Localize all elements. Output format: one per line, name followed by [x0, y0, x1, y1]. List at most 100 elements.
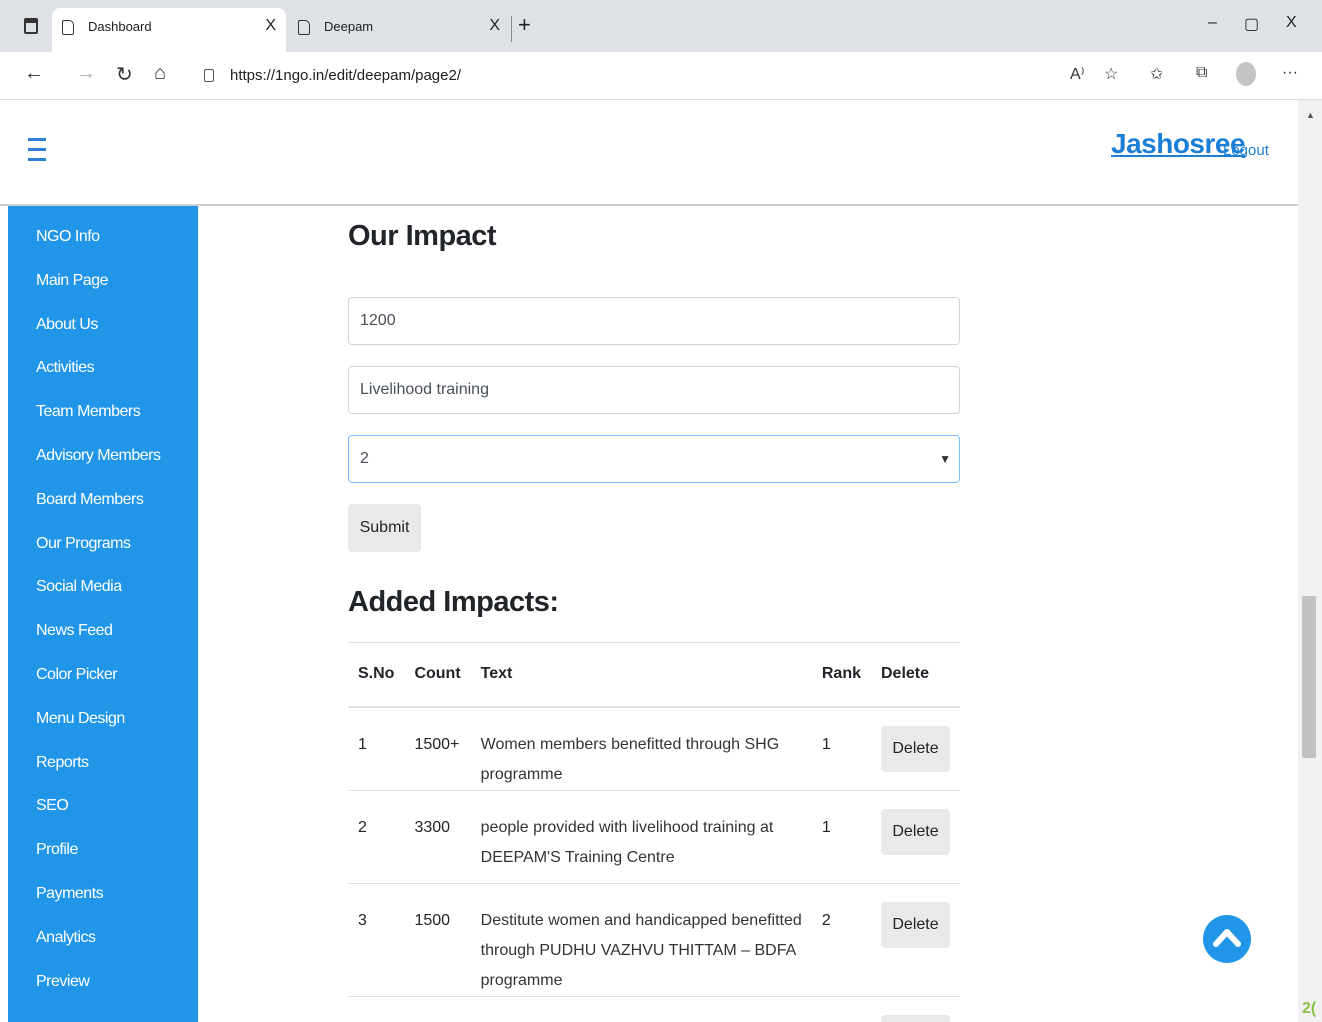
sidebar-item-seo[interactable]: SEO	[8, 794, 198, 838]
table-row: 1 1500+ Women members benefitted through S…	[348, 706, 960, 791]
sidebar-item-board-members[interactable]: Board Members	[8, 488, 198, 532]
row-rank: 3	[811, 996, 871, 1022]
row-text: Destitute women and handicapped benefitt…	[470, 883, 812, 997]
row-rank: 1	[811, 706, 871, 791]
row-sno: 3	[348, 883, 405, 997]
delete-button[interactable]: Delete	[881, 808, 950, 855]
page-icon	[298, 20, 310, 35]
table-row: 2 3300 people provided with livelihood tra…	[348, 790, 960, 884]
table-row: 4118Leprosy patients recovered from the …	[348, 996, 960, 1022]
row-sno: 1	[348, 706, 405, 791]
profile-icon[interactable]	[1236, 62, 1256, 86]
back-icon[interactable]: ←	[24, 62, 44, 85]
row-count: 118	[404, 996, 471, 1022]
row-count: 3300	[404, 790, 471, 884]
sidebar-item-menu-design[interactable]: Menu Design	[8, 707, 198, 751]
impact-text-input[interactable]: Livelihood training	[348, 366, 960, 414]
sidebar-item-our-programs[interactable]: Our Programs	[8, 532, 198, 576]
chevron-down-icon: ▼	[939, 452, 951, 466]
sidebar-item-advisory-members[interactable]: Advisory Members	[8, 444, 198, 488]
our-impact-heading: Our Impact	[348, 220, 497, 252]
row-action-cell: Delete	[871, 790, 960, 884]
row-rank: 1	[811, 790, 871, 884]
hamburger-menu-icon[interactable]	[28, 138, 46, 166]
more-icon[interactable]: ···	[1282, 64, 1298, 82]
row-sno: 4	[348, 996, 405, 1022]
restore-button[interactable]: ▢	[1244, 14, 1259, 34]
rank-selected-value: 2	[360, 450, 369, 467]
new-tab-button[interactable]: +	[518, 12, 531, 38]
added-impacts-heading: Added Impacts:	[348, 586, 559, 618]
chevron-up-icon	[1213, 929, 1241, 947]
sidebar-item-payments[interactable]: Payments	[8, 882, 198, 926]
tab-dashboard[interactable]: Dashboard X	[52, 8, 286, 52]
collections-icon[interactable]: ⧉	[1196, 64, 1207, 82]
close-window-button[interactable]: X	[1286, 14, 1297, 32]
refresh-icon[interactable]: ↻	[116, 62, 133, 87]
tab-title: Deepam	[324, 19, 374, 34]
column-header: Text	[470, 642, 812, 708]
table-header-row: S.No Count Text Rank Delete	[348, 642, 960, 708]
minimize-button[interactable]: –	[1208, 14, 1217, 32]
sidebar-item-ngo-info[interactable]: NGO Info	[8, 225, 198, 269]
sidebar-menu: NGO Info Main Page About Us Activities Team …	[8, 206, 198, 1013]
sidebar-item-activities[interactable]: Activities	[8, 356, 198, 400]
page-header: Jashosree Logout	[0, 100, 1298, 206]
sidebar-item-main-page[interactable]: Main Page	[8, 269, 198, 313]
table-row: 3 1500 Destitute women and handicapped ben…	[348, 883, 960, 997]
tab-deepam[interactable]: Deepam X	[288, 8, 510, 52]
row-text: Women members benefitted through SHG pro…	[470, 706, 812, 791]
sidebar-item-reports[interactable]: Reports	[8, 751, 198, 795]
column-header: S.No	[348, 642, 405, 708]
row-text: Leprosy patients recovered from the dise…	[470, 996, 812, 1022]
close-tab-icon[interactable]: X	[265, 17, 276, 35]
address-bar-row: ← → ↻ ⌂ https://1ngo.in/edit/deepam/page…	[0, 52, 1322, 100]
sidebar-item-color-picker[interactable]: Color Picker	[8, 663, 198, 707]
sidebar-item-team-members[interactable]: Team Members	[8, 400, 198, 444]
read-aloud-icon[interactable]: A⁾	[1070, 64, 1085, 84]
browser-tab-bar: Dashboard X Deepam X + – ▢ X	[0, 0, 1322, 52]
sidebar-item-social-media[interactable]: Social Media	[8, 575, 198, 619]
close-tab-icon[interactable]: X	[489, 17, 500, 35]
forward-icon[interactable]: →	[76, 62, 96, 85]
sidebar-item-about-us[interactable]: About Us	[8, 313, 198, 357]
sidebar-item-analytics[interactable]: Analytics	[8, 926, 198, 970]
page-icon	[62, 20, 74, 35]
row-rank: 2	[811, 883, 871, 997]
tab-title: Dashboard	[88, 19, 152, 34]
row-action-cell: Delete	[871, 883, 960, 997]
submit-button[interactable]: Submit	[348, 504, 421, 552]
scrollbar-thumb[interactable]	[1302, 596, 1316, 758]
sidebar-item-preview[interactable]: Preview	[8, 970, 198, 1014]
page-scrollbar[interactable]	[1298, 100, 1322, 1022]
column-header: Count	[404, 642, 471, 708]
url-text[interactable]: https://1ngo.in/edit/deepam/page2/	[230, 67, 461, 84]
row-action-cell: Delete	[871, 996, 960, 1022]
scroll-up-icon[interactable]: ▲	[1306, 110, 1315, 120]
delete-button[interactable]: Delete	[881, 1014, 950, 1022]
row-count: 1500+	[404, 706, 471, 791]
sidebar-item-profile[interactable]: Profile	[8, 838, 198, 882]
sidebar: NGO Info Main Page About Us Activities Team …	[8, 206, 198, 1022]
column-header: Delete	[871, 642, 960, 708]
delete-button[interactable]: Delete	[881, 725, 950, 772]
row-count: 1500	[404, 883, 471, 997]
delete-button[interactable]: Delete	[881, 901, 950, 948]
window-menu-icon[interactable]	[24, 18, 38, 34]
sidebar-item-news-feed[interactable]: News Feed	[8, 619, 198, 663]
impact-count-input[interactable]: 1200	[348, 297, 960, 345]
impacts-table: S.No Count Text Rank Delete 1 1500+ Women …	[348, 642, 960, 1022]
row-sno: 2	[348, 790, 405, 884]
lock-icon[interactable]	[204, 69, 214, 82]
favorites-icon[interactable]: ✩	[1150, 64, 1163, 84]
tab-separator	[511, 16, 512, 42]
impact-rank-select[interactable]: 2 ▼	[348, 435, 960, 483]
back-to-top-button[interactable]	[1203, 915, 1251, 963]
logout-link[interactable]: Logout	[1223, 142, 1269, 159]
row-action-cell: Delete	[871, 706, 960, 791]
add-favorite-icon[interactable]: ☆	[1104, 64, 1118, 84]
corner-text: 2(	[1302, 1000, 1317, 1017]
home-icon[interactable]: ⌂	[154, 62, 166, 85]
row-text: people provided with livelihood training…	[470, 790, 812, 884]
column-header: Rank	[811, 642, 871, 708]
